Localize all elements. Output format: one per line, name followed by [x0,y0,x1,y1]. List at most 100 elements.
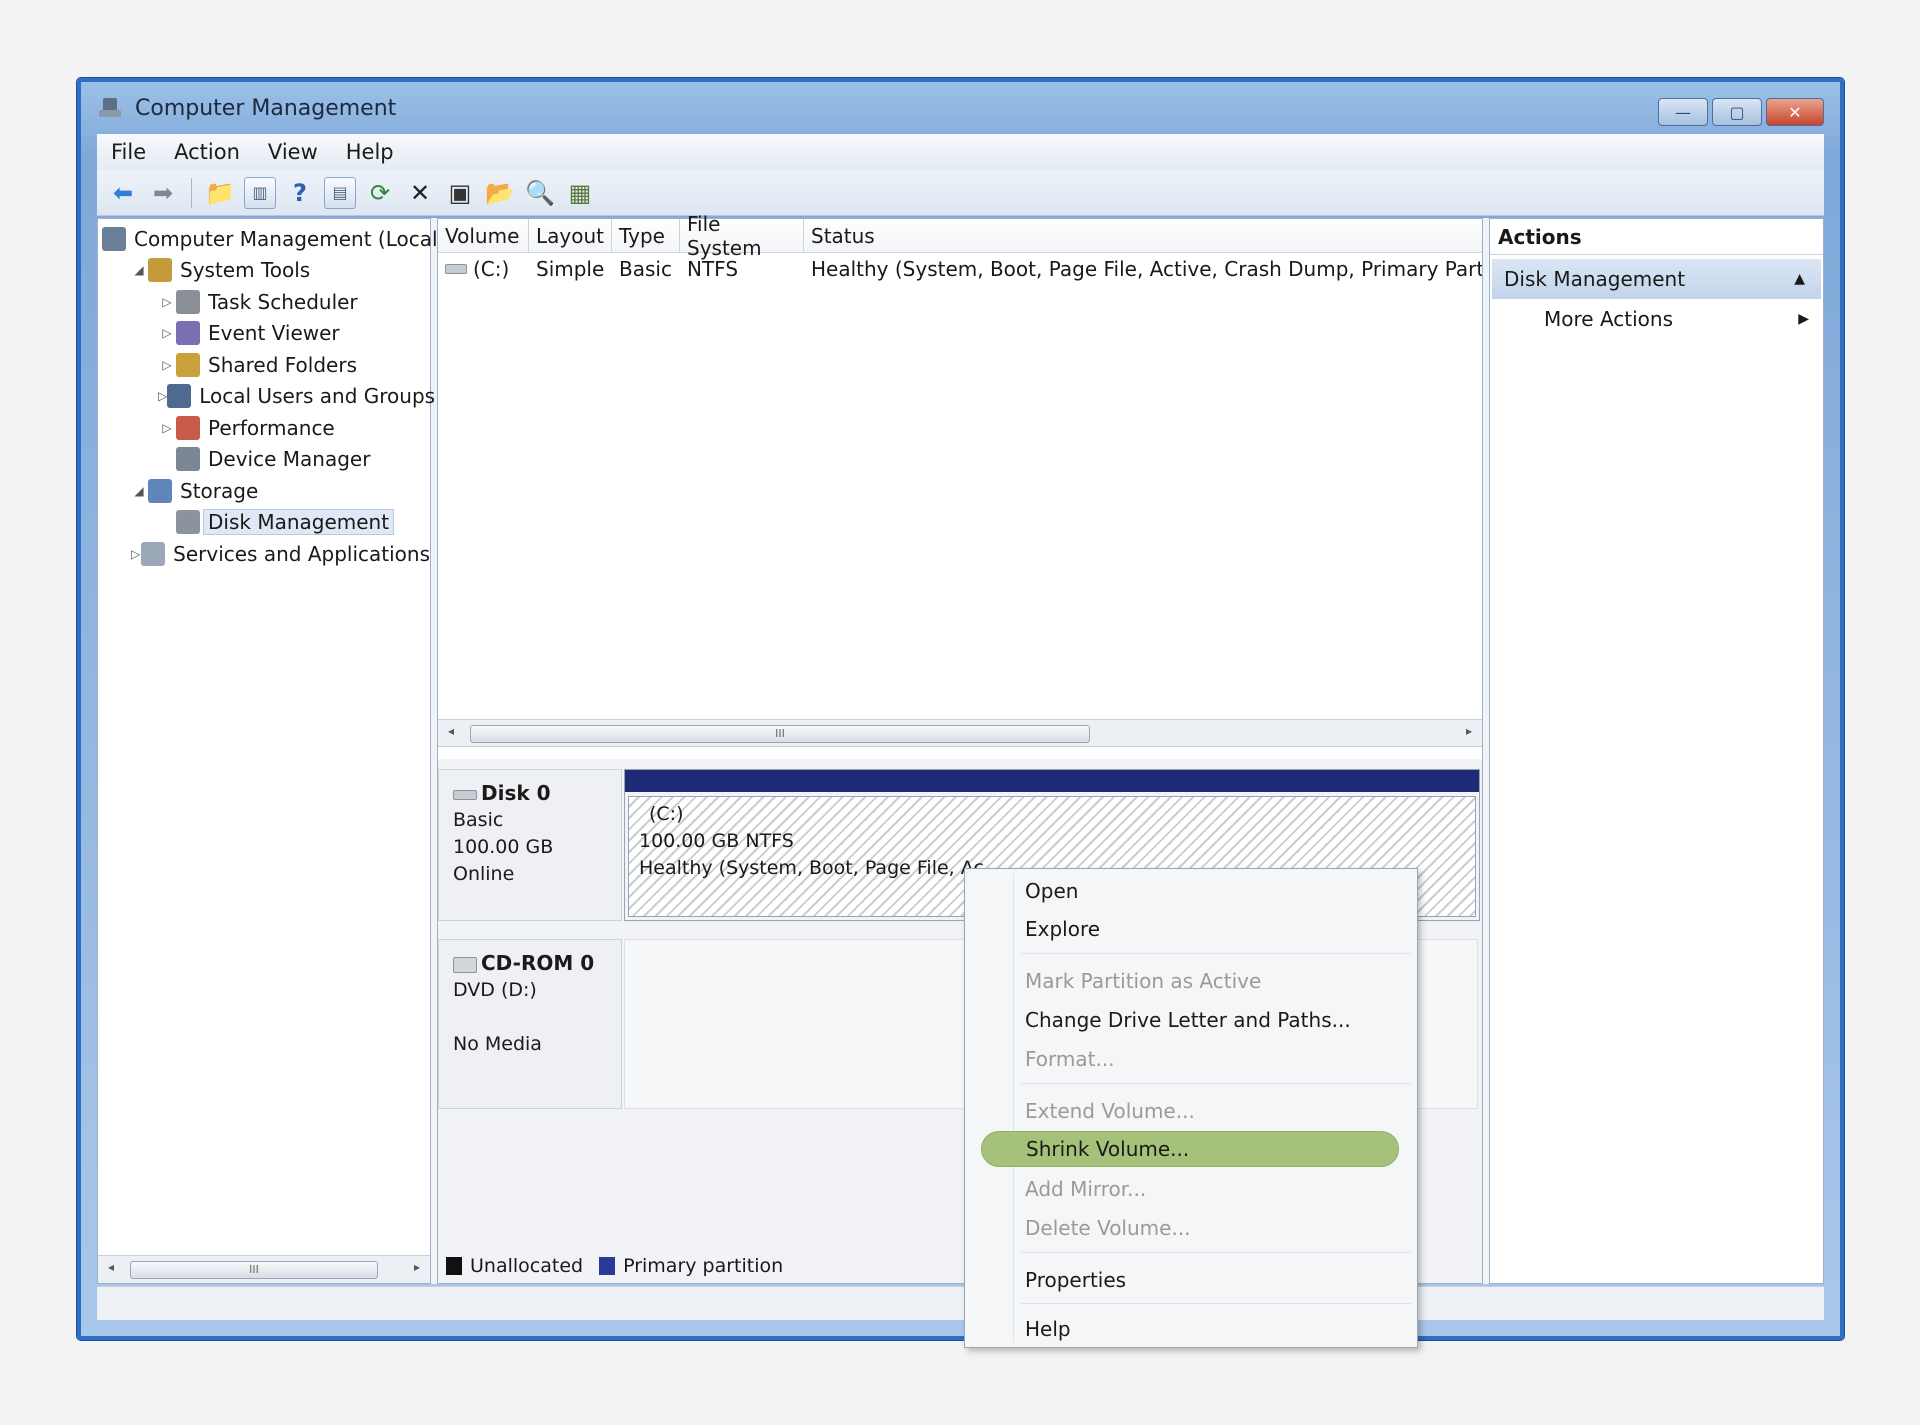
menu-separator [1021,1303,1411,1304]
volume-list-horizontal-scrollbar[interactable]: ◂ III ▸ [438,719,1482,747]
tree-item[interactable]: ▷ Performance [98,412,430,444]
help-icon[interactable]: ? [284,177,316,209]
console-tree-pane: Computer Management (Local ◢ System Tools ▷… [97,218,438,1284]
menu-item-properties[interactable]: Properties [1025,1262,1126,1298]
menu-help[interactable]: Help [346,140,394,164]
scroll-left-icon[interactable]: ◂ [448,724,454,738]
menu-item-extend-volume[interactable]: Extend Volume... [1025,1093,1195,1129]
collapse-up-icon[interactable]: ▲ [1794,271,1805,287]
tree-item[interactable]: Computer Management (Local [98,223,438,255]
tree-item[interactable]: ◢ System Tools [98,255,430,287]
tree-item[interactable]: ◢ Storage [98,475,430,507]
expand-arrow-icon[interactable]: ▷ [130,547,141,561]
menu-bar: File Action View Help [97,134,1824,170]
menu-item-shrink-volume[interactable]: Shrink Volume... [981,1131,1399,1167]
minimize-button[interactable]: — [1658,98,1708,126]
show-hide-action-pane-icon[interactable]: ▤ [324,176,356,209]
scroll-left-icon[interactable]: ◂ [108,1260,114,1274]
tree-item[interactable]: ▷ Event Viewer [98,318,430,350]
expand-arrow-icon[interactable]: ▷ [158,326,176,340]
menu-item-format[interactable]: Format... [1025,1041,1115,1077]
back-arrow-icon[interactable]: ⬅ [107,177,139,209]
tree-item[interactable]: ▷ Local Users and Groups [98,381,435,413]
menu-item-delete-volume[interactable]: Delete Volume... [1025,1210,1191,1246]
tree-item[interactable]: Device Manager [98,444,430,476]
menu-separator [1021,1083,1411,1084]
menu-file[interactable]: File [111,140,146,164]
open-folder-icon[interactable]: 📂 [484,177,516,209]
users-icon [167,384,192,409]
expand-arrow-icon[interactable]: ◢ [130,263,148,277]
show-hide-console-tree-icon[interactable]: ▥ [244,176,276,209]
scroll-thumb[interactable]: III [470,725,1090,743]
performance-icon [176,415,200,440]
menu-item-add-mirror[interactable]: Add Mirror... [1025,1171,1146,1207]
column-type[interactable]: Type [612,219,680,252]
forward-arrow-icon[interactable]: ➡ [147,177,179,209]
expand-arrow-icon[interactable]: ▷ [158,421,176,435]
table-row[interactable]: (C:) Simple Basic NTFS Healthy (System, … [438,253,1482,285]
expand-arrow-icon[interactable]: ◢ [130,484,148,498]
scroll-thumb[interactable]: III [130,1261,378,1279]
tree-item-label: Performance [208,415,335,440]
tree-item-label: Disk Management [203,509,395,536]
volume-status: Healthy (System, Boot, Page File, Active… [811,257,1482,281]
column-layout[interactable]: Layout [529,219,612,252]
delete-icon[interactable]: ✕ [404,177,436,209]
more-actions-item[interactable]: More Actions ▶ [1490,299,1823,339]
partition-name: (C:) [649,803,684,825]
search-icon[interactable]: 🔍 [524,177,556,209]
volume-layout: Simple [536,257,605,281]
tree-item[interactable]: ▷ Shared Folders [98,349,430,381]
menu-view[interactable]: View [268,140,318,164]
tree-item-label: System Tools [180,258,311,283]
tree-item[interactable]: Disk Management [98,507,430,539]
column-status[interactable]: Status [804,219,1482,252]
unallocated-swatch [446,1257,462,1275]
title-bar[interactable]: Computer Management — ▢ ✕ [81,82,1840,134]
expand-arrow-icon[interactable]: ▷ [158,295,176,309]
tree-item-label: Storage [180,478,259,503]
storage-icon [148,478,172,503]
window-title: Computer Management [135,95,397,121]
tree-item[interactable]: ▷ Task Scheduler [98,286,430,318]
column-volume[interactable]: Volume [438,219,529,252]
cdrom-icon [453,956,477,973]
volume-type: Basic [619,257,672,281]
disk-type: Basic [453,809,504,831]
expand-arrow-icon[interactable]: ▷ [158,389,167,403]
up-folder-icon[interactable]: 📁 [204,177,236,209]
column-file-system[interactable]: File System [680,212,804,260]
tree-item-label: Device Manager [208,447,371,472]
cdrom-drive: DVD (D:) [453,979,537,1001]
actions-section-disk-management[interactable]: Disk Management ▲ [1492,259,1821,299]
disk-properties-icon[interactable]: ▦ [564,177,596,209]
expand-arrow-icon[interactable]: ▷ [158,358,176,372]
submenu-arrow-icon: ▶ [1798,311,1809,327]
tree-item[interactable]: ▷ Services and Applications [98,538,430,570]
scroll-right-icon[interactable]: ▸ [414,1260,420,1274]
scroll-right-icon[interactable]: ▸ [1466,724,1472,738]
event-viewer-icon [176,321,200,346]
menu-item-change-drive-letter[interactable]: Change Drive Letter and Paths... [1025,1002,1351,1038]
menu-item-help[interactable]: Help [1025,1311,1071,1347]
cdrom-0-label[interactable]: CD-ROM 0 DVD (D:) No Media [438,939,622,1109]
disk-0-label[interactable]: Disk 0 Basic 100.00 GB Online [438,769,622,921]
drive-icon [445,264,467,274]
properties-icon[interactable]: ▣ [444,177,476,209]
menu-action[interactable]: Action [174,140,240,164]
maximize-button[interactable]: ▢ [1712,98,1762,126]
client-area: Computer Management (Local ◢ System Tools ▷… [97,212,1824,1284]
close-button[interactable]: ✕ [1766,98,1824,126]
menu-separator [1021,953,1411,954]
menu-item-explore[interactable]: Explore [1025,911,1100,947]
status-bar [97,1286,1824,1320]
volume-list-header: Volume Layout Type File System Status [438,212,1482,260]
menu-item-mark-partition-active[interactable]: Mark Partition as Active [1025,963,1261,999]
primary-partition-bar [625,770,1479,792]
refresh-icon[interactable]: ⟳ [364,177,396,209]
toolbar-separator [191,177,192,208]
tree-item-label: Shared Folders [208,352,357,377]
menu-item-open[interactable]: Open [1025,873,1078,909]
tree-horizontal-scrollbar[interactable]: ◂ III ▸ [98,1255,430,1283]
